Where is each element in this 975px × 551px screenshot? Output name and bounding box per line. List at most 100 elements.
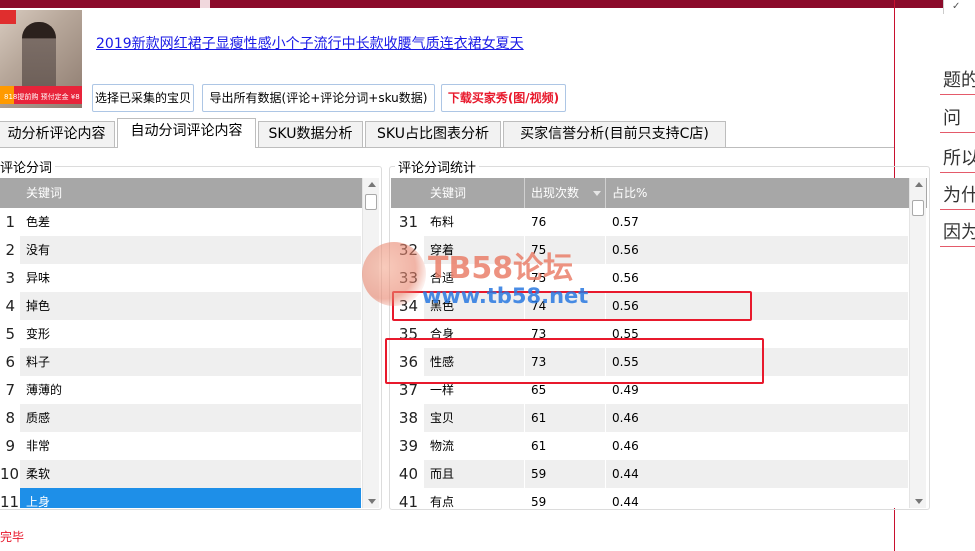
keyword-cell[interactable]: 变形 [20, 320, 362, 348]
left-grid-header: 关键词 [0, 178, 379, 208]
side-text-1: 题的 [943, 70, 975, 91]
select-collected-button[interactable]: 选择已采集的宝贝 [92, 84, 194, 112]
scroll-thumb[interactable] [912, 200, 924, 216]
highlight-box-sexy [385, 338, 764, 384]
table-row[interactable]: 31 布料 76 0.57 [391, 208, 927, 236]
keyword-cell[interactable]: 物流 [424, 432, 525, 460]
ratio-cell[interactable]: 0.46 [606, 404, 909, 432]
keyword-cell[interactable]: 柔软 [20, 460, 362, 488]
keyword-cell[interactable]: 合适 [424, 264, 525, 292]
table-row[interactable]: 40 而且 59 0.44 [391, 460, 927, 488]
keyword-cell[interactable]: 非常 [20, 432, 362, 460]
scroll-up-icon[interactable] [368, 182, 376, 187]
header-ratio[interactable]: 占比% [606, 178, 908, 208]
side-text-4: 为什 [943, 185, 975, 206]
table-row[interactable]: 7 薄薄的 [0, 376, 379, 404]
right-groupbox-title: 评论分词统计 [395, 157, 480, 176]
table-row[interactable]: 10 柔软 [0, 460, 379, 488]
keyword-cell[interactable]: 布料 [424, 208, 525, 236]
row-number: 38 [391, 404, 418, 432]
count-cell[interactable]: 75 [525, 236, 606, 264]
ratio-cell[interactable]: 0.44 [606, 488, 909, 508]
count-cell[interactable]: 76 [525, 208, 606, 236]
left-grid-scrollbar[interactable] [362, 178, 379, 508]
keyword-cell[interactable]: 上身 [20, 488, 362, 508]
row-number: 2 [0, 236, 15, 264]
download-buyer-show-button[interactable]: 下载买家秀(图/视频) [441, 84, 566, 112]
keyword-cell[interactable]: 穿着 [424, 236, 525, 264]
tab-buyer-credit[interactable]: 买家信誉分析(目前只支持C店) [503, 121, 726, 147]
keyword-cell[interactable]: 掉色 [20, 292, 362, 320]
ratio-cell[interactable]: 0.44 [606, 460, 909, 488]
keyword-cell[interactable]: 色差 [20, 208, 362, 236]
ratio-cell[interactable]: 0.56 [606, 264, 909, 292]
tab-sku-chart[interactable]: SKU占比图表分析 [365, 121, 501, 147]
keyword-cell[interactable]: 宝贝 [424, 404, 525, 432]
table-row[interactable]: 32 穿着 75 0.56 [391, 236, 927, 264]
promo-stamp-icon [0, 10, 16, 24]
side-rule [940, 94, 975, 95]
table-row[interactable]: 39 物流 61 0.46 [391, 432, 927, 460]
table-row[interactable]: 38 宝贝 61 0.46 [391, 404, 927, 432]
tab-sku-data[interactable]: SKU数据分析 [258, 121, 363, 147]
tab-analyze-comments[interactable]: 动分析评论内容 [0, 121, 115, 147]
keyword-cell[interactable]: 没有 [20, 236, 362, 264]
keyword-cell[interactable]: 质感 [20, 404, 362, 432]
row-number: 5 [0, 320, 15, 348]
table-row[interactable]: 8 质感 [0, 404, 379, 432]
count-cell[interactable]: 59 [525, 488, 606, 508]
scroll-up-icon[interactable] [915, 182, 923, 187]
header-keyword[interactable]: 关键词 [20, 178, 362, 208]
count-cell[interactable]: 59 [525, 460, 606, 488]
table-row[interactable]: 6 料子 [0, 348, 379, 376]
row-number: 1 [0, 208, 15, 236]
count-cell[interactable]: 61 [525, 432, 606, 460]
table-row[interactable]: 3 异味 [0, 264, 379, 292]
keyword-cell[interactable]: 料子 [20, 348, 362, 376]
right-grid-scrollbar[interactable] [909, 178, 926, 508]
table-row[interactable]: 4 掉色 [0, 292, 379, 320]
scroll-down-icon[interactable] [368, 499, 376, 504]
table-row[interactable]: 2 没有 [0, 236, 379, 264]
right-divider [943, 0, 944, 14]
highlight-box-black [392, 291, 752, 321]
product-thumbnail[interactable]: 818提前购 预付定金 ¥8 立减5元 [0, 10, 82, 108]
ratio-cell[interactable]: 0.46 [606, 432, 909, 460]
row-number: 8 [0, 404, 15, 432]
table-row[interactable]: 1 色差 [0, 208, 379, 236]
side-text-2: 问 [943, 108, 961, 129]
table-row[interactable]: 41 有点 59 0.44 [391, 488, 927, 508]
checkmark-icon: ✓ [952, 1, 961, 12]
keyword-cell[interactable]: 薄薄的 [20, 376, 362, 404]
row-number: 39 [391, 432, 418, 460]
keyword-cell[interactable]: 有点 [424, 488, 525, 508]
header-keyword[interactable]: 关键词 [424, 178, 524, 208]
count-cell[interactable]: 75 [525, 264, 606, 292]
export-all-button[interactable]: 导出所有数据(评论+评论分词+sku数据) [202, 84, 435, 112]
count-cell[interactable]: 61 [525, 404, 606, 432]
row-number: 7 [0, 376, 15, 404]
left-keyword-grid[interactable]: 关键词 1 色差 2 没有 3 异味 4 掉色 5 变形 6 料子 7 薄薄的 8 质感 9 非常 10 柔软 11 上身 [0, 178, 379, 508]
row-number: 31 [391, 208, 418, 236]
product-title-link[interactable]: 2019新款网红裙子显瘦性感小个子流行中长款收腰气质连衣裙女夏天 [96, 33, 524, 53]
side-rule [940, 132, 975, 133]
table-row[interactable]: 5 变形 [0, 320, 379, 348]
side-text-3: 所以 [943, 148, 975, 169]
table-row[interactable]: 9 非常 [0, 432, 379, 460]
sort-desc-icon [593, 191, 601, 196]
ratio-cell[interactable]: 0.57 [606, 208, 909, 236]
row-number: 40 [391, 460, 418, 488]
left-groupbox-title: 评论分词 [0, 157, 56, 176]
row-number: 41 [391, 488, 418, 508]
tab-auto-segment[interactable]: 自动分词评论内容 [117, 118, 256, 148]
keyword-cell[interactable]: 而且 [424, 460, 525, 488]
table-row[interactable]: 11 上身 [0, 488, 379, 508]
top-bar-notch [200, 0, 210, 8]
row-number: 3 [0, 264, 15, 292]
scroll-down-icon[interactable] [915, 499, 923, 504]
keyword-cell[interactable]: 异味 [20, 264, 362, 292]
scroll-thumb[interactable] [365, 194, 377, 210]
table-row[interactable]: 33 合适 75 0.56 [391, 264, 927, 292]
ratio-cell[interactable]: 0.56 [606, 236, 909, 264]
row-number: 10 [0, 460, 19, 488]
